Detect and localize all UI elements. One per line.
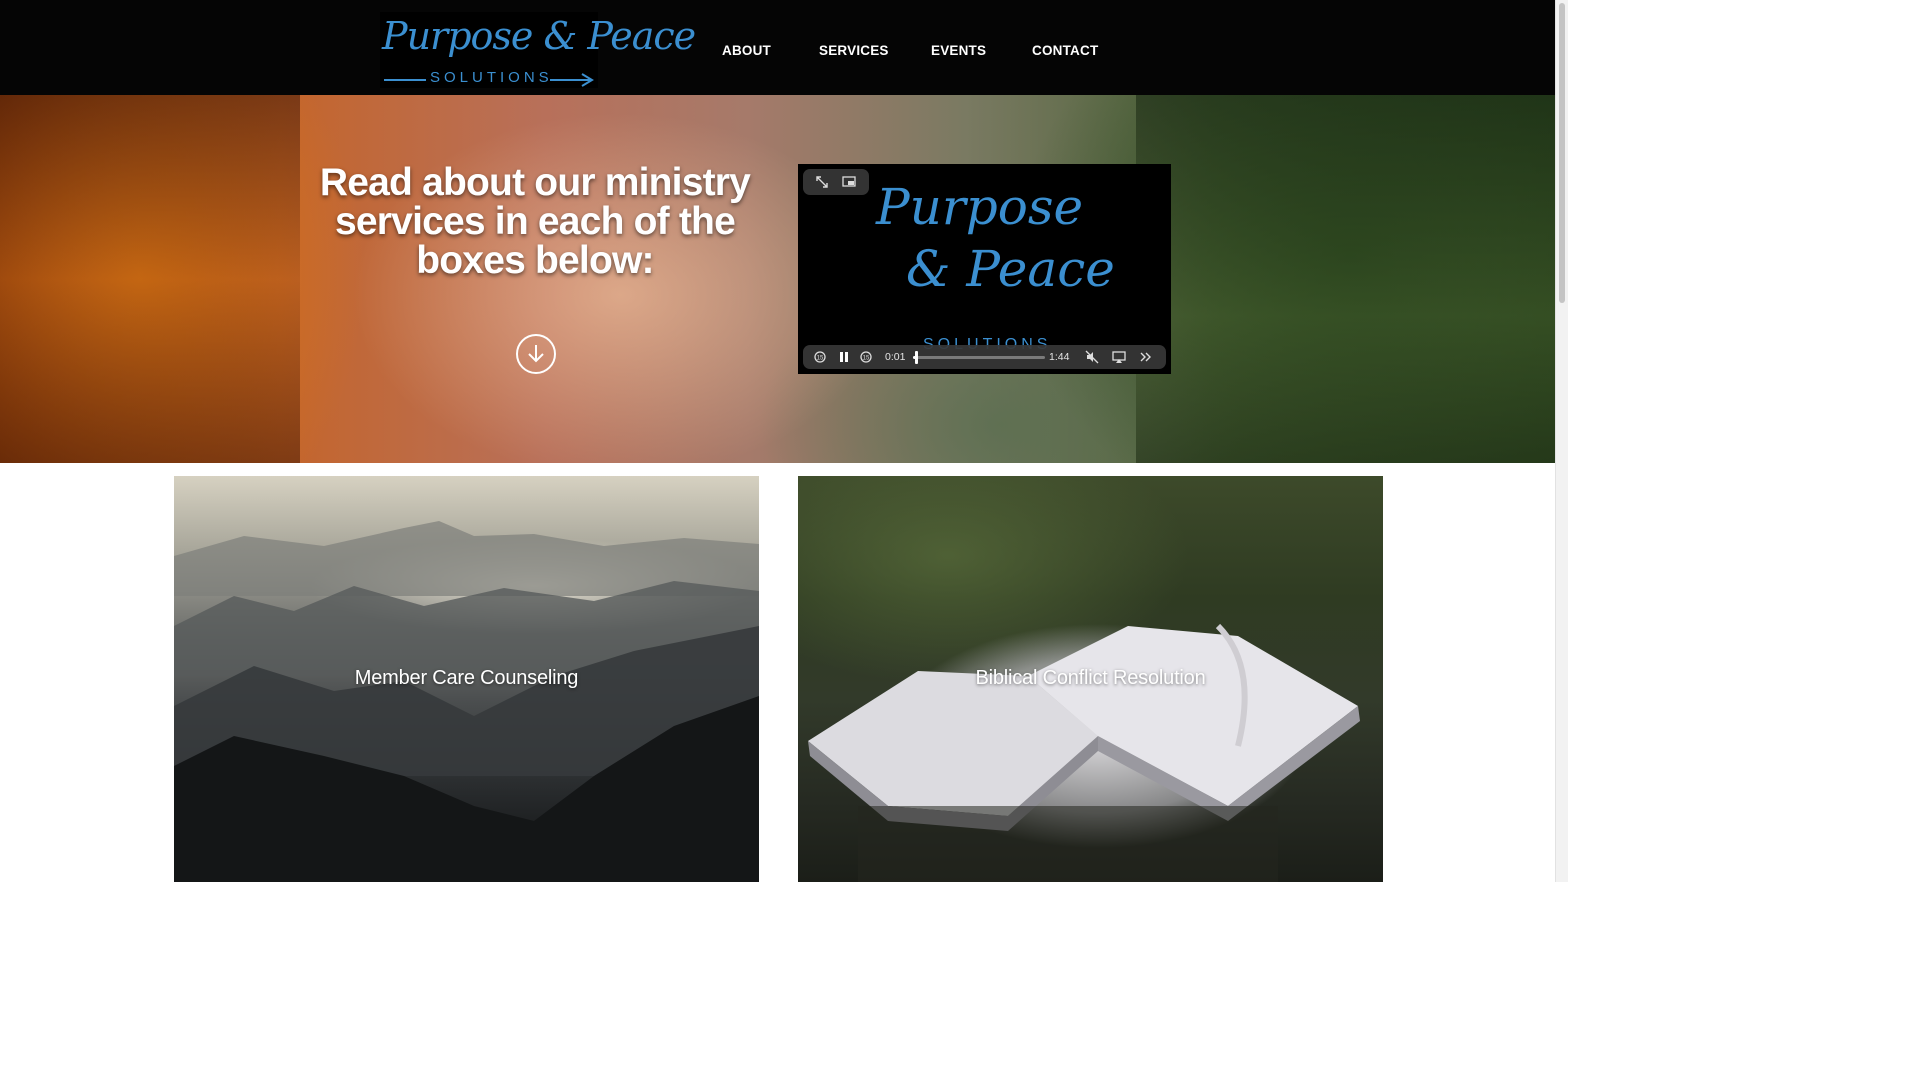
video-progress-knob[interactable] bbox=[915, 351, 918, 364]
pause-icon[interactable] bbox=[838, 350, 850, 367]
airplay-icon[interactable] bbox=[1112, 350, 1126, 367]
service-card-member-care[interactable]: Member Care Counseling bbox=[174, 476, 759, 882]
fast-forward-icon[interactable] bbox=[1139, 350, 1153, 367]
current-time: 0:01 bbox=[885, 351, 906, 363]
svg-text:15: 15 bbox=[817, 356, 824, 362]
arrow-down-icon bbox=[528, 345, 544, 363]
site-logo[interactable]: Purpose & Peace SOLUTIONS bbox=[380, 12, 696, 88]
picture-in-picture-icon[interactable] bbox=[841, 174, 857, 195]
nav-about-link[interactable]: ABOUT bbox=[722, 43, 771, 58]
video-top-controls bbox=[803, 169, 869, 195]
video-control-bar: 15 15 0:01 1:44 bbox=[803, 345, 1166, 369]
video-logo-line2: & Peace bbox=[906, 240, 1115, 298]
video-progress-bar[interactable] bbox=[913, 351, 1045, 364]
service-card-label: Member Care Counseling bbox=[354, 667, 579, 689]
scrollbar-thumb[interactable] bbox=[1559, 3, 1565, 303]
video-logo-line1: Purpose bbox=[876, 178, 1084, 236]
video-logo: Purpose & Peace bbox=[876, 176, 1115, 300]
nav-contact-link[interactable]: CONTACT bbox=[1032, 43, 1098, 58]
hero-title: Read about our ministry services in each… bbox=[319, 161, 751, 282]
nav-services-link[interactable]: SERVICES bbox=[819, 43, 889, 58]
nav-events-link[interactable]: EVENTS bbox=[931, 43, 986, 58]
scroll-down-button[interactable] bbox=[516, 334, 556, 374]
skip-back-icon[interactable]: 15 bbox=[813, 350, 827, 367]
logo-script-text: Purpose & Peace bbox=[382, 14, 696, 58]
video-player[interactable]: Purpose & Peace SOLUTIONS 15 15 0:01 1:4… bbox=[798, 164, 1171, 374]
svg-text:15: 15 bbox=[863, 356, 870, 362]
skip-forward-icon[interactable]: 15 bbox=[859, 350, 873, 367]
duration: 1:44 bbox=[1049, 351, 1070, 363]
site-header: Purpose & Peace SOLUTIONS ABOUT SERVICES… bbox=[0, 0, 1556, 95]
hero-foliage-right bbox=[1136, 95, 1556, 463]
expand-icon[interactable] bbox=[814, 174, 830, 195]
mute-icon[interactable] bbox=[1085, 350, 1099, 367]
service-card-label: Biblical Conflict Resolution bbox=[975, 667, 1206, 689]
hero-section: Read about our ministry services in each… bbox=[0, 95, 1556, 463]
hero-foliage-left bbox=[0, 95, 300, 463]
logo-arrow-icon bbox=[384, 73, 594, 87]
page-scrollbar[interactable] bbox=[1555, 0, 1568, 882]
service-card-conflict-resolution[interactable]: Biblical Conflict Resolution bbox=[798, 476, 1383, 882]
